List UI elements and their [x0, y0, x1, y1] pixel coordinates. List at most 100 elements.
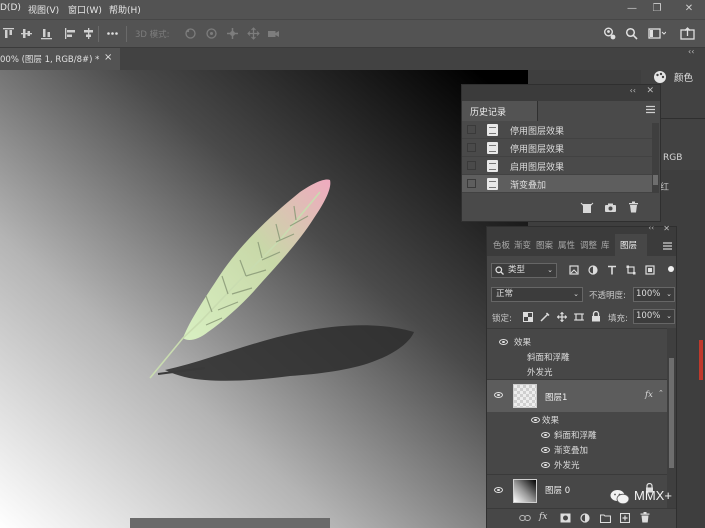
collapse-panels-icon[interactable]: ‹‹ [688, 47, 694, 56]
palette-icon[interactable] [653, 70, 667, 84]
canvas-area[interactable] [0, 70, 528, 528]
scrollbar-thumb[interactable] [669, 358, 674, 468]
new-adjustment-layer-icon[interactable] [580, 513, 590, 523]
opacity-field[interactable]: 100% ⌄ [633, 287, 675, 302]
effect-item-label[interactable]: 渐变叠加 [554, 444, 588, 456]
tab-properties[interactable]: 属性 [558, 239, 575, 251]
delete-layer-trash-icon[interactable] [640, 512, 650, 523]
tab-patterns[interactable]: 图案 [536, 239, 553, 251]
history-item[interactable]: 启用图层效果 [462, 157, 652, 175]
effects-visibility-eye-icon[interactable] [499, 339, 508, 345]
snapshot-source-checkbox[interactable] [467, 143, 476, 152]
layer-name[interactable]: 图层 0 [545, 484, 570, 496]
layer-filter-select[interactable]: 类型 ⌄ [491, 263, 557, 278]
scrollbar-thumb[interactable] [653, 175, 658, 185]
layer-fx-badge[interactable]: fx [645, 390, 653, 400]
layer-thumbnail[interactable] [513, 384, 537, 408]
layer-thumbnail[interactable] [513, 479, 537, 503]
history-item-selected[interactable]: 渐变叠加 [462, 175, 652, 193]
menu-item-help[interactable]: 帮助(H) [109, 3, 141, 16]
3d-video-camera-icon[interactable] [267, 27, 280, 40]
history-item[interactable]: 停用图层效果 [462, 139, 652, 157]
effect-item-label[interactable]: 外发光 [527, 366, 553, 378]
filter-toggle-switch[interactable] [668, 266, 674, 272]
lock-transparent-pixels-icon[interactable] [523, 312, 533, 322]
filter-adjustment-layer-icon[interactable] [588, 265, 598, 275]
new-group-folder-icon[interactable] [600, 513, 611, 523]
color-model-label[interactable]: RGB [663, 153, 682, 163]
menu-item-3d[interactable]: D(D) [0, 3, 21, 13]
artboard[interactable] [0, 70, 528, 528]
align-bottom-icon[interactable] [40, 27, 53, 40]
menu-item-window[interactable]: 窗口(W) [68, 3, 102, 16]
add-mask-icon[interactable] [560, 513, 571, 523]
tab-layers-active[interactable]: 图层 [615, 234, 647, 256]
blend-mode-select[interactable]: 正常 ⌄ [491, 287, 583, 302]
canvas-horizontal-scrollbar[interactable] [130, 518, 330, 528]
delete-trash-icon[interactable] [628, 201, 639, 213]
close-panel-icon[interactable]: ✕ [646, 86, 654, 96]
layer-visibility-eye-icon[interactable] [494, 392, 503, 398]
lock-image-pixels-icon[interactable] [540, 312, 550, 322]
new-document-from-state-icon[interactable] [580, 202, 594, 214]
effects-visibility-eye-icon[interactable] [531, 417, 540, 423]
tab-history[interactable]: 历史记录 [462, 101, 538, 121]
collapse-icon[interactable]: ‹‹ [630, 86, 636, 95]
panel-menu-icon[interactable] [663, 242, 672, 250]
layer-visibility-eye-icon[interactable] [494, 487, 503, 493]
effect-item-label[interactable]: 斜面和浮雕 [554, 429, 597, 441]
layer-name[interactable]: 图层1 [545, 391, 567, 403]
share-export-icon[interactable] [680, 27, 698, 40]
effect-item-label[interactable]: 斜面和浮雕 [527, 351, 570, 363]
color-panel-title[interactable]: 颜色 [674, 70, 693, 84]
document-tab-close-icon[interactable]: × [104, 52, 112, 63]
effect-visibility-eye-icon[interactable] [541, 462, 550, 468]
lock-position-icon[interactable] [557, 312, 567, 322]
filter-smart-object-icon[interactable] [645, 265, 655, 275]
tab-adjustments[interactable]: 调整 [580, 239, 597, 251]
minimize-icon[interactable]: — [620, 1, 644, 17]
filter-type-layer-icon[interactable] [607, 265, 617, 275]
align-vcenter-icon[interactable] [20, 27, 33, 40]
fill-field[interactable]: 100% ⌄ [633, 309, 675, 324]
add-layer-style-fx-icon[interactable]: fx [539, 512, 547, 522]
close-window-icon[interactable]: ✕ [677, 1, 701, 17]
tab-libraries[interactable]: 库 [601, 239, 610, 251]
collapse-icon[interactable]: ‹‹ [648, 224, 654, 232]
snapshot-source-checkbox[interactable] [467, 161, 476, 170]
effect-item-label[interactable]: 外发光 [554, 459, 580, 471]
3d-slide-icon[interactable] [247, 27, 260, 40]
snapshot-source-checkbox[interactable] [467, 125, 476, 134]
snapshot-source-checkbox[interactable] [467, 179, 476, 188]
lock-artboard-icon[interactable] [574, 312, 584, 322]
more-options-icon[interactable] [106, 27, 119, 40]
history-item[interactable]: 停用图层效果 [462, 121, 652, 139]
close-panel-icon[interactable]: ✕ [663, 224, 670, 233]
chevron-up-icon[interactable]: ⌃ [658, 389, 664, 397]
tab-gradients[interactable]: 渐变 [514, 239, 531, 251]
align-top-icon[interactable] [2, 27, 15, 40]
restore-icon[interactable]: ❐ [645, 1, 669, 17]
effect-visibility-eye-icon[interactable] [541, 447, 550, 453]
snapshot-camera-icon[interactable] [604, 202, 617, 213]
document-tab[interactable]: 00% (图层 1, RGB/8#) * × [0, 48, 120, 70]
search-icon[interactable] [625, 27, 638, 40]
3d-orbit-icon[interactable] [184, 27, 197, 40]
layer-row-selected[interactable]: 图层1 fx ⌃ [487, 380, 667, 412]
panel-menu-icon[interactable] [646, 105, 655, 114]
filter-pixel-layer-icon[interactable] [569, 265, 579, 275]
menu-item-view[interactable]: 视图(V) [28, 3, 59, 16]
3d-roll-icon[interactable] [205, 27, 218, 40]
filter-shape-layer-icon[interactable] [626, 265, 636, 275]
align-left-icon[interactable] [64, 27, 77, 40]
new-layer-icon[interactable] [620, 513, 630, 523]
history-scrollbar[interactable] [652, 123, 659, 193]
align-hcenter-icon[interactable] [82, 27, 95, 40]
link-layers-icon[interactable] [519, 514, 531, 522]
workspace-switcher-icon[interactable] [648, 27, 666, 40]
3d-pan-icon[interactable] [226, 27, 239, 40]
layers-scrollbar[interactable] [667, 328, 676, 508]
tab-swatches[interactable]: 色板 [493, 239, 510, 251]
effect-visibility-eye-icon[interactable] [541, 432, 550, 438]
lock-all-icon[interactable] [591, 311, 601, 322]
